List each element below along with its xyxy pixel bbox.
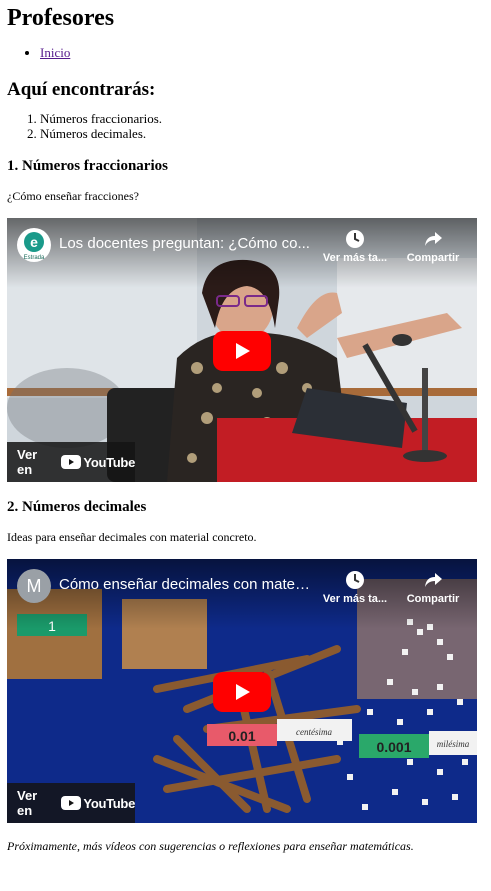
play-button[interactable] (213, 331, 271, 371)
watch-on-youtube-button[interactable]: Ver en YouTube (7, 783, 135, 823)
nav-list: Inicio (7, 44, 484, 61)
watch-later-button[interactable]: Ver más ta... (320, 228, 390, 264)
play-icon (213, 672, 271, 712)
estrada-logo-icon: e Estrada (18, 229, 50, 261)
share-button[interactable]: Compartir (398, 228, 468, 264)
topic-item: Números decimales. (40, 126, 484, 141)
svg-text:milésima: milésima (437, 739, 470, 749)
section-heading-decimales: 2. Números decimales (7, 499, 147, 515)
video-title[interactable]: Los docentes preguntan: ¿Cómo co... (59, 235, 311, 252)
youtube-icon (61, 455, 82, 469)
share-label: Compartir (406, 593, 460, 605)
watch-later-label: Ver más ta... (322, 593, 388, 605)
section-description: Ideas para enseñar decimales con materia… (7, 530, 257, 544)
svg-text:0.001: 0.001 (376, 739, 411, 755)
watch-later-label: Ver más ta... (322, 252, 388, 264)
page-title: Profesores (7, 5, 115, 31)
topic-item: Números fraccionarios. (40, 111, 484, 126)
share-icon (398, 569, 468, 591)
video-title[interactable]: Cómo enseñar decimales con mater... (59, 576, 311, 593)
svg-text:0.01: 0.01 (228, 728, 255, 744)
youtube-icon (61, 796, 82, 810)
share-icon (398, 228, 468, 250)
topics-list: Números fraccionarios. Números decimales… (7, 111, 484, 141)
video-player-decimales[interactable]: 1 (7, 559, 477, 823)
play-button[interactable] (213, 672, 271, 712)
channel-initial: M (26, 575, 42, 596)
watch-on-youtube-button[interactable]: Ver en YouTube (7, 442, 135, 482)
section-heading-fracciones: 1. Números fraccionarios (7, 158, 168, 174)
watch-on-label: Ver en (17, 788, 38, 818)
youtube-logo: YouTube (61, 796, 135, 811)
footer-note: Próximamente, más vídeos con sugerencias… (7, 839, 414, 853)
intro-heading: Aquí encontrarás: (7, 79, 156, 100)
section-description: ¿Cómo enseñar fracciones? (7, 189, 139, 203)
watch-later-button[interactable]: Ver más ta... (320, 569, 390, 605)
svg-text:Estrada: Estrada (24, 255, 45, 261)
svg-text:e: e (30, 234, 38, 250)
channel-logo[interactable]: e Estrada (17, 228, 51, 262)
play-icon (213, 331, 271, 371)
clock-icon (320, 228, 390, 250)
watch-on-label: Ver en (17, 447, 38, 477)
nav-link-inicio[interactable]: Inicio (40, 45, 70, 60)
nav-item: Inicio (40, 44, 484, 61)
svg-text:centésima: centésima (296, 727, 332, 737)
clock-icon (320, 569, 390, 591)
youtube-logo: YouTube (61, 455, 135, 470)
share-button[interactable]: Compartir (398, 569, 468, 605)
page: Profesores Inicio Aquí encontrarás: Núme… (0, 4, 491, 854)
share-label: Compartir (406, 252, 460, 264)
video-player-fracciones[interactable]: e Estrada Los docentes preguntan: ¿Cómo … (7, 218, 477, 482)
channel-logo[interactable]: M (17, 569, 51, 603)
